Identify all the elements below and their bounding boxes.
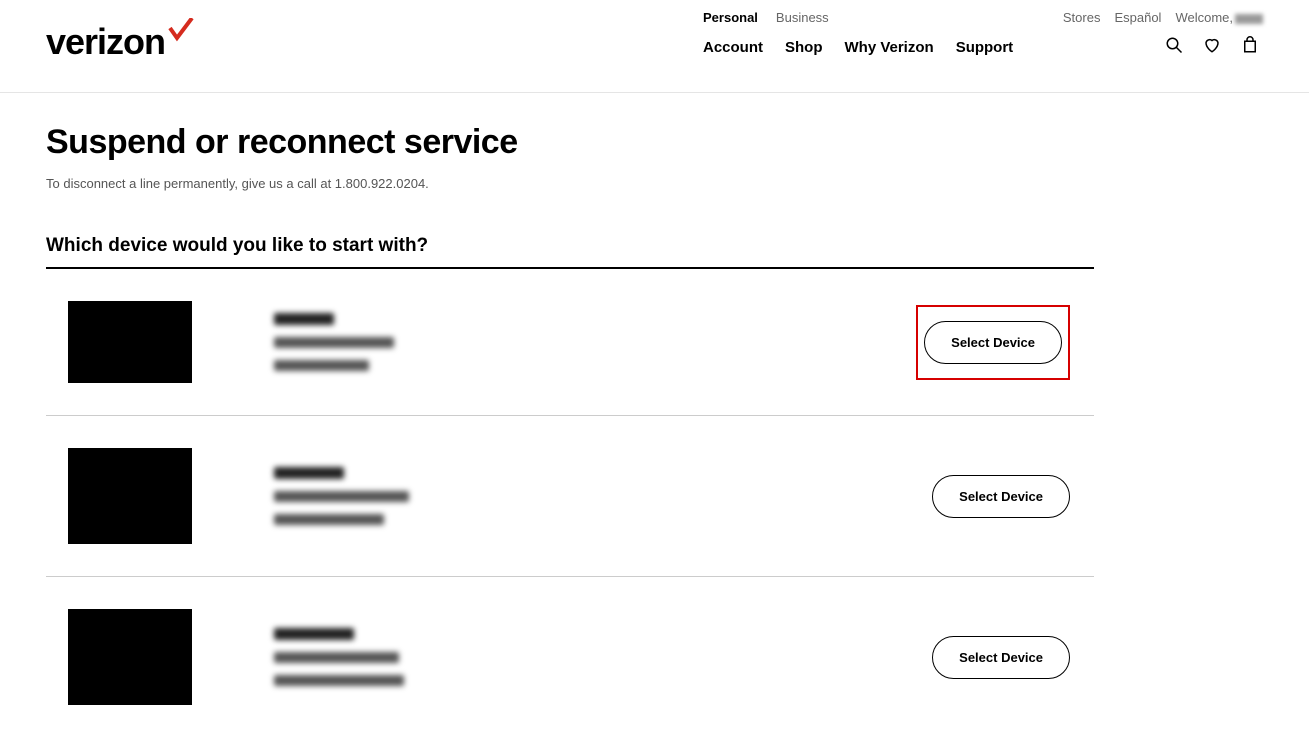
top-links: Personal Business Stores Español Welcome… — [703, 8, 1263, 25]
top-link-stores[interactable]: Stores — [1063, 10, 1101, 25]
site-header: verizon Personal Business Stores Español… — [0, 0, 1309, 93]
header-icon-row — [1165, 36, 1263, 54]
top-link-espanol[interactable]: Español — [1114, 10, 1161, 25]
welcome-text: Welcome, — [1175, 10, 1263, 25]
select-device-button[interactable]: Select Device — [924, 321, 1062, 364]
device-row: Select Device — [46, 269, 1094, 416]
logo[interactable]: verizon — [46, 18, 195, 65]
device-line2-redacted — [274, 491, 409, 502]
device-image-redacted — [68, 448, 192, 544]
search-icon[interactable] — [1165, 36, 1183, 54]
device-line1-redacted — [274, 467, 344, 479]
device-row: Select Device — [46, 416, 1094, 577]
device-line1-redacted — [274, 628, 354, 640]
welcome-name-redacted — [1235, 14, 1263, 24]
select-device-button[interactable]: Select Device — [932, 636, 1070, 679]
select-device-highlight: Select Device — [916, 305, 1094, 380]
highlight-box: Select Device — [916, 305, 1070, 380]
page-title: Suspend or reconnect service — [46, 123, 1094, 162]
device-line3-redacted — [274, 514, 384, 525]
welcome-prefix: Welcome, — [1175, 10, 1233, 25]
nav-support[interactable]: Support — [956, 39, 1014, 56]
logo-text: verizon — [46, 21, 165, 63]
device-line3-redacted — [274, 675, 404, 686]
top-link-business[interactable]: Business — [776, 10, 829, 25]
device-info-redacted — [274, 628, 404, 686]
device-line2-redacted — [274, 337, 394, 348]
header-right: Personal Business Stores Español Welcome… — [703, 8, 1263, 54]
device-row: Select Device — [46, 577, 1094, 737]
nav-account[interactable]: Account — [703, 39, 763, 56]
device-line1-redacted — [274, 313, 334, 325]
nav-why-verizon[interactable]: Why Verizon — [845, 39, 934, 56]
verizon-check-icon — [167, 18, 195, 47]
main-nav: Account Shop Why Verizon Support — [703, 39, 1013, 56]
device-info-redacted — [274, 467, 409, 525]
page-subtitle: To disconnect a line permanently, give u… — [46, 176, 1094, 191]
device-info-redacted — [274, 313, 394, 371]
nav-shop[interactable]: Shop — [785, 39, 823, 56]
device-line2-redacted — [274, 652, 399, 663]
top-link-personal[interactable]: Personal — [703, 10, 758, 25]
device-line3-redacted — [274, 360, 369, 371]
select-device-button[interactable]: Select Device — [932, 475, 1070, 518]
section-heading: Which device would you like to start wit… — [46, 235, 1094, 269]
bag-icon[interactable] — [1241, 36, 1259, 54]
main-content: Suspend or reconnect service To disconne… — [0, 93, 1140, 737]
device-image-redacted — [68, 301, 192, 383]
heart-icon[interactable] — [1203, 36, 1221, 54]
device-image-redacted — [68, 609, 192, 705]
